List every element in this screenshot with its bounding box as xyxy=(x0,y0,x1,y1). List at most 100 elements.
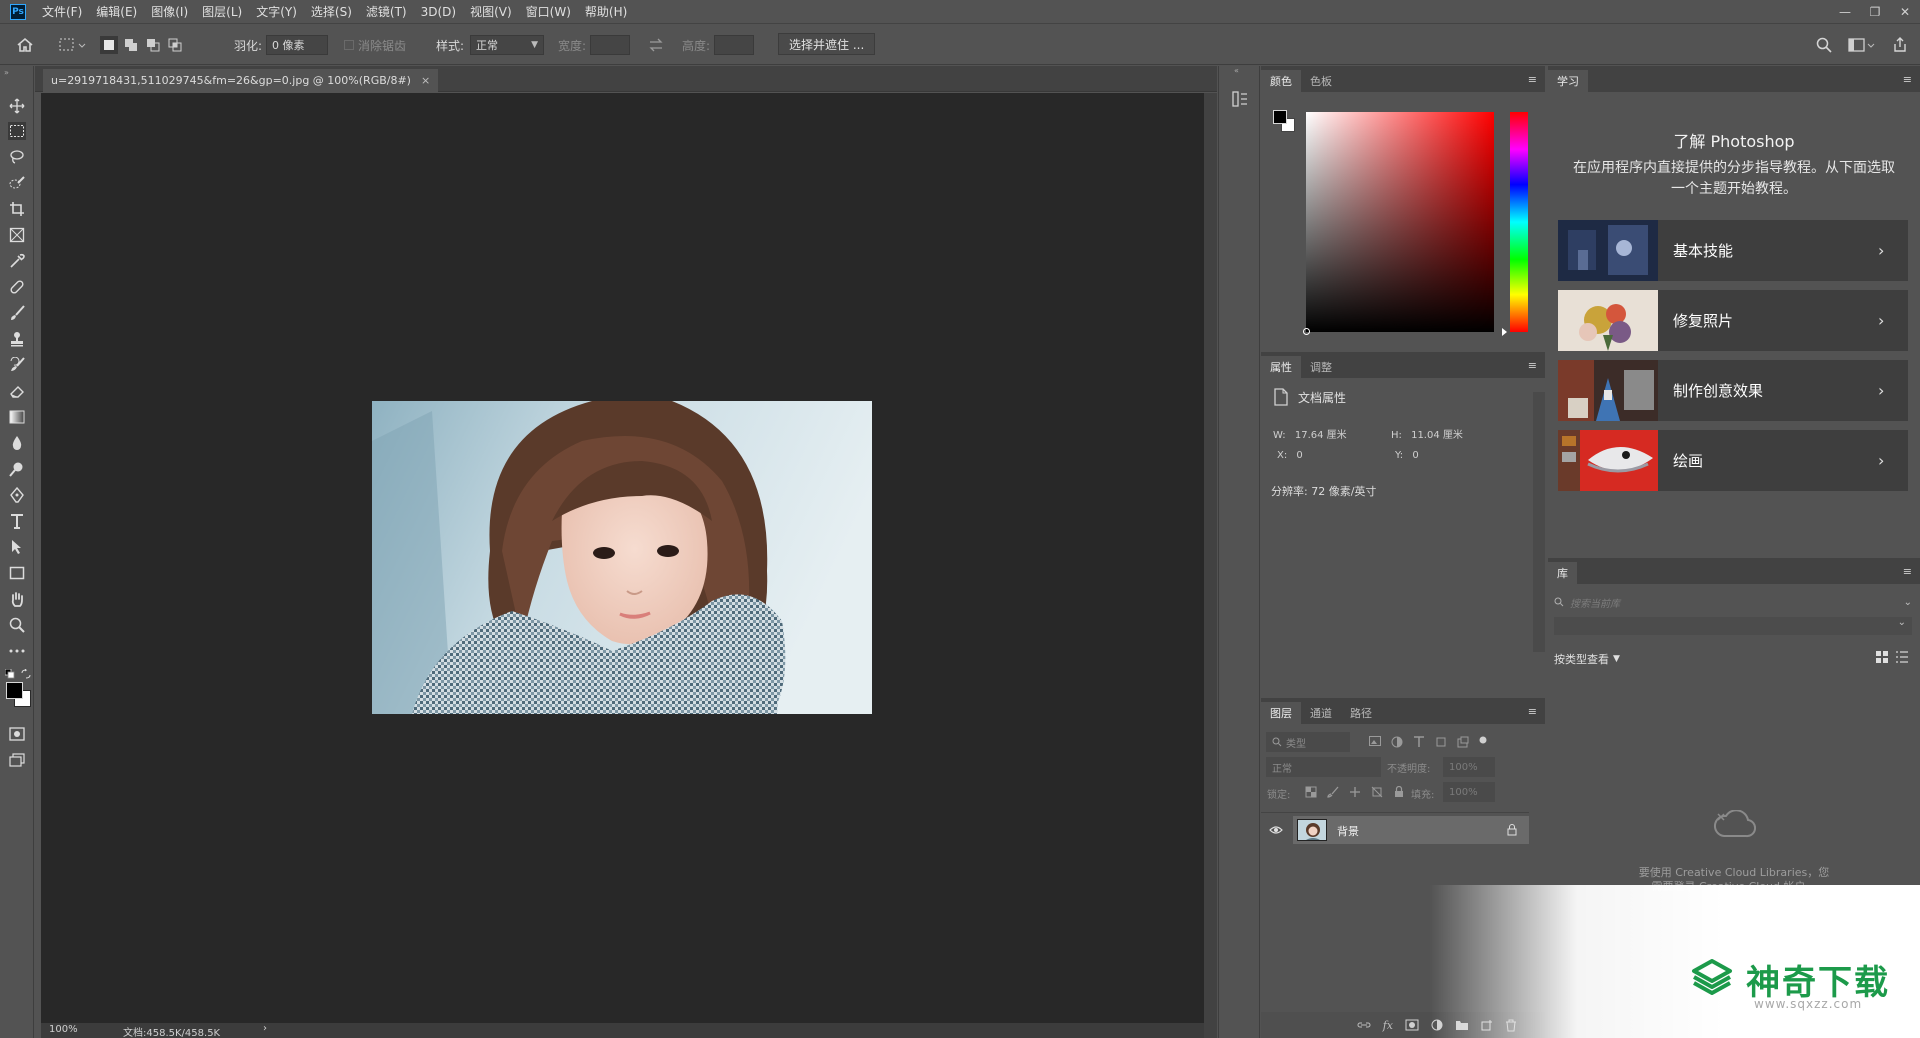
width-input[interactable] xyxy=(590,35,631,55)
workspace-switcher[interactable] xyxy=(1848,35,1876,55)
zoom-tool[interactable] xyxy=(8,616,26,634)
learn-card-painting[interactable]: 绘画 › xyxy=(1558,430,1908,491)
learn-panel-menu-icon[interactable]: ≡ xyxy=(1903,73,1912,86)
more-tools-button[interactable] xyxy=(8,642,26,660)
layers-panel-menu-icon[interactable]: ≡ xyxy=(1528,705,1537,718)
minimize-button[interactable]: — xyxy=(1830,0,1860,24)
restore-button[interactable]: ❐ xyxy=(1860,0,1890,24)
crop-tool[interactable] xyxy=(8,200,26,218)
tool-preset-picker[interactable] xyxy=(58,35,88,55)
height-input[interactable] xyxy=(714,35,755,55)
menu-file[interactable]: 文件(F) xyxy=(42,3,82,20)
libraries-panel-menu-icon[interactable]: ≡ xyxy=(1903,565,1912,578)
document-image[interactable] xyxy=(372,401,872,714)
tab-paths[interactable]: 路径 xyxy=(1341,702,1381,724)
path-selection-tool[interactable] xyxy=(8,538,26,556)
quick-mask-button[interactable] xyxy=(8,725,26,743)
swap-dimensions-button[interactable] xyxy=(648,35,664,55)
y-value[interactable]: 0 xyxy=(1412,450,1418,461)
collapse-tools-icon[interactable]: » xyxy=(4,68,9,77)
select-and-mask-button[interactable]: 选择并遮住 ... xyxy=(778,33,876,55)
expand-panels-icon[interactable]: « xyxy=(1234,66,1239,75)
learn-card-basics[interactable]: 基本技能 › xyxy=(1558,220,1908,281)
new-selection-button[interactable] xyxy=(100,36,118,54)
menu-view[interactable]: 视图(V) xyxy=(470,3,512,20)
quick-selection-tool[interactable] xyxy=(8,174,26,192)
shape-filter-icon[interactable] xyxy=(1435,736,1447,748)
clone-stamp-tool[interactable] xyxy=(8,330,26,348)
menu-image[interactable]: 图像(I) xyxy=(151,3,188,20)
layer-lock-icon[interactable] xyxy=(1507,824,1517,836)
filter-toggle-icon[interactable] xyxy=(1479,736,1487,744)
w-value[interactable]: 17.64 厘米 xyxy=(1295,430,1347,441)
learn-card-creative-effects[interactable]: 制作创意效果 › xyxy=(1558,360,1908,421)
layer-row[interactable]: 背景 xyxy=(1293,816,1529,844)
x-value[interactable]: 0 xyxy=(1296,450,1302,461)
tab-color[interactable]: 颜色 xyxy=(1261,70,1301,92)
smart-object-filter-icon[interactable] xyxy=(1457,736,1469,748)
tab-layers[interactable]: 图层 xyxy=(1261,702,1301,724)
layer-effects-icon[interactable]: fx xyxy=(1383,1019,1393,1032)
menu-layer[interactable]: 图层(L) xyxy=(202,3,242,20)
history-brush-tool[interactable] xyxy=(8,356,26,374)
gradient-tool[interactable] xyxy=(8,408,26,426)
default-colors-button[interactable] xyxy=(5,669,15,679)
style-select[interactable]: 正常 ▼ xyxy=(470,35,545,55)
adjustment-filter-icon[interactable] xyxy=(1391,736,1403,748)
menu-type[interactable]: 文字(Y) xyxy=(256,3,297,20)
properties-panel-menu-icon[interactable]: ≡ xyxy=(1528,359,1537,372)
tab-adjustments[interactable]: 调整 xyxy=(1301,356,1341,378)
rectangular-marquee-tool[interactable] xyxy=(8,122,26,140)
add-mask-icon[interactable] xyxy=(1405,1019,1419,1031)
tab-learn[interactable]: 学习 xyxy=(1548,70,1588,92)
swap-colors-button[interactable] xyxy=(21,669,31,679)
menu-select[interactable]: 选择(S) xyxy=(311,3,352,20)
eyedropper-tool[interactable] xyxy=(8,252,26,270)
close-tab-icon[interactable]: × xyxy=(421,74,430,87)
lock-transparent-icon[interactable] xyxy=(1305,786,1317,798)
tab-swatches[interactable]: 色板 xyxy=(1301,70,1341,92)
canvas-vertical-scrollbar[interactable] xyxy=(1204,93,1217,1038)
fill-input[interactable]: 100% xyxy=(1443,782,1495,802)
zoom-level[interactable]: 100% xyxy=(49,1024,78,1035)
tab-channels[interactable]: 通道 xyxy=(1301,702,1341,724)
frame-tool[interactable] xyxy=(8,226,26,244)
rectangle-tool[interactable] xyxy=(8,564,26,582)
canvas-area[interactable] xyxy=(41,93,1204,1023)
lock-pixels-icon[interactable] xyxy=(1327,786,1339,798)
type-filter-icon[interactable] xyxy=(1413,736,1425,748)
library-select[interactable]: ⌄ xyxy=(1554,617,1912,635)
type-tool[interactable] xyxy=(8,512,26,530)
search-button[interactable] xyxy=(1816,35,1832,55)
menu-help[interactable]: 帮助(H) xyxy=(585,3,627,20)
blur-tool[interactable] xyxy=(8,434,26,452)
blend-mode-select[interactable]: 正常 xyxy=(1266,757,1381,777)
photoshop-logo-icon[interactable]: Ps xyxy=(10,3,26,20)
move-tool[interactable] xyxy=(8,97,26,115)
color-picker-cursor-icon[interactable] xyxy=(1303,328,1310,335)
history-panel-button[interactable] xyxy=(1231,90,1249,108)
properties-scrollbar[interactable] xyxy=(1533,392,1545,652)
hue-slider[interactable] xyxy=(1502,112,1528,336)
add-selection-button[interactable] xyxy=(122,36,140,54)
tab-libraries[interactable]: 库 xyxy=(1548,562,1577,584)
saturation-brightness-field[interactable] xyxy=(1303,112,1494,335)
foreground-color-swatch[interactable] xyxy=(6,682,23,699)
healing-brush-tool[interactable] xyxy=(8,278,26,296)
opacity-input[interactable]: 100% xyxy=(1443,757,1495,777)
hue-slider-handle-icon[interactable] xyxy=(1502,328,1507,336)
learn-card-fix-photos[interactable]: 修复照片 › xyxy=(1558,290,1908,351)
document-tab[interactable]: u=2919718431,511029745&fm=26&gp=0.jpg @ … xyxy=(43,69,439,92)
lasso-tool[interactable] xyxy=(8,148,26,166)
dodge-tool[interactable] xyxy=(8,460,26,478)
home-button[interactable] xyxy=(16,35,34,55)
eraser-tool[interactable] xyxy=(8,382,26,400)
hand-tool[interactable] xyxy=(8,590,26,608)
antialias-checkbox[interactable] xyxy=(344,40,354,50)
layer-name[interactable]: 背景 xyxy=(1337,823,1359,839)
menu-3d[interactable]: 3D(D) xyxy=(421,5,456,19)
grid-view-icon[interactable] xyxy=(1876,651,1888,663)
layer-visibility-eye-icon[interactable] xyxy=(1269,825,1283,835)
color-panel-menu-icon[interactable]: ≡ xyxy=(1528,73,1537,86)
view-by-type-select[interactable]: 按类型查看 ▼ xyxy=(1554,651,1620,667)
